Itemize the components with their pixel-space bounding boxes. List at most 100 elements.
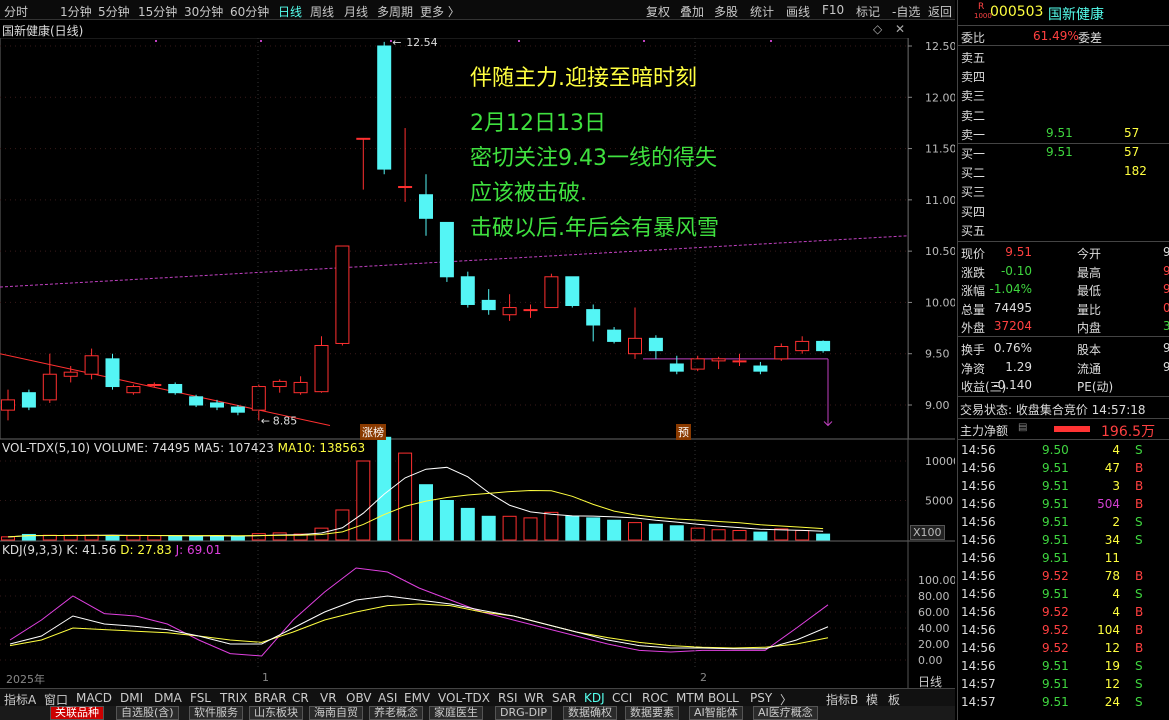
indicator-tab-12[interactable]: EMV: [404, 691, 430, 705]
indicator-tab-21[interactable]: BOLL: [708, 691, 739, 705]
yu-badge[interactable]: 预: [676, 424, 691, 440]
tick-row[interactable]: 14:56 9.51 504 B: [958, 495, 1169, 513]
indicator-tab-7[interactable]: BRAR: [254, 691, 287, 705]
sector-tab-11[interactable]: AI医疗概念: [753, 706, 818, 720]
order-book-row[interactable]: 买三: [958, 181, 1169, 199]
tick-row[interactable]: 14:56 9.52 78 B: [958, 567, 1169, 585]
sector-tab-9[interactable]: 数据要素: [625, 706, 679, 720]
candle-body: [398, 186, 413, 189]
annotation-line2: 2月12日13日: [470, 111, 606, 136]
toolbar-9[interactable]: 多周期: [377, 3, 413, 20]
order-book-row[interactable]: 买一 9.51 57: [958, 143, 1169, 161]
indicator-tab-19[interactable]: ROC: [642, 691, 668, 705]
order-book-row[interactable]: 买五: [958, 220, 1169, 238]
indicator-tab-11[interactable]: ASI: [378, 691, 397, 705]
sector-tab-1[interactable]: 自选股(含): [116, 706, 179, 720]
indicator-tab-3[interactable]: DMI: [120, 691, 143, 705]
indicator-tab-16[interactable]: SAR: [552, 691, 576, 705]
toolbar-right-2[interactable]: 多股: [714, 3, 738, 20]
sector-tab-4[interactable]: 海南自贸: [309, 706, 363, 720]
top-marker: [260, 40, 262, 42]
kdj-d: D: 27.83: [120, 543, 172, 557]
toolbar-3[interactable]: 15分钟: [138, 3, 177, 20]
indicator-tab-8[interactable]: CR: [292, 691, 309, 705]
order-book-row[interactable]: 卖五: [958, 47, 1169, 65]
quote-l1: 外盘: [961, 321, 986, 336]
volume-bar: [816, 533, 831, 541]
toolbar-right-5[interactable]: F10: [822, 3, 844, 17]
indicator-tab-4[interactable]: DMA: [154, 691, 182, 705]
tick-row[interactable]: 14:56 9.52 12 B: [958, 639, 1169, 657]
weibi-label: 委比: [961, 31, 986, 45]
tick-row[interactable]: 14:56 9.52 4 B: [958, 603, 1169, 621]
indicator-tab-2[interactable]: MACD: [76, 691, 112, 705]
indicator-tab-9[interactable]: VR: [320, 691, 337, 705]
indicator-tab-20[interactable]: MTM: [676, 691, 704, 705]
indicator-tab-13[interactable]: VOL-TDX: [438, 691, 490, 705]
toolbar-6[interactable]: 日线: [278, 3, 302, 20]
toolbar-1[interactable]: 1分钟: [60, 3, 92, 20]
sector-tab-2[interactable]: 软件服务: [189, 706, 243, 720]
tick-row[interactable]: 14:56 9.51 4 S: [958, 585, 1169, 603]
diamond-icon[interactable]: ◇: [873, 22, 882, 36]
quote-l1: 现价: [961, 247, 986, 261]
sector-tab-7[interactable]: DRG-DIP: [495, 706, 552, 720]
order-book-row[interactable]: 卖二: [958, 105, 1169, 123]
close-icon[interactable]: ✕: [895, 22, 905, 36]
indicator-tab-10[interactable]: OBV: [346, 691, 372, 705]
indicator-tab-17[interactable]: KDJ: [584, 691, 605, 705]
zhangbang-badge[interactable]: 涨榜: [360, 424, 386, 440]
toolbar-right-1[interactable]: 叠加: [680, 3, 704, 20]
sector-tab-3[interactable]: 山东板块: [249, 706, 303, 720]
tick-row[interactable]: 14:56 9.52 104 B: [958, 621, 1169, 639]
indicator-tab-5[interactable]: FSL: [190, 691, 211, 705]
price-axis-label: 12.00: [925, 91, 955, 104]
indicator-tab-18[interactable]: CCI: [612, 691, 632, 705]
candle-body: [356, 137, 371, 140]
order-book-row[interactable]: 卖四: [958, 66, 1169, 84]
sector-tab-8[interactable]: 数据确权: [563, 706, 617, 720]
quote-v1: 37204: [993, 319, 1032, 334]
sector-tab-10[interactable]: AI智能体: [689, 706, 743, 720]
toolbar-8[interactable]: 月线: [344, 3, 368, 20]
toolbar-7[interactable]: 周线: [310, 3, 334, 20]
sector-tab-0[interactable]: 关联品种: [50, 706, 104, 720]
indicator-tab-15[interactable]: WR: [524, 691, 544, 705]
sector-tab-6[interactable]: 家庭医生: [429, 706, 483, 720]
order-book-row[interactable]: 卖三: [958, 85, 1169, 103]
sector-tab-5[interactable]: 养老概念: [369, 706, 423, 720]
tick-row[interactable]: 14:56 9.50 4 S: [958, 441, 1169, 459]
indicator-tab-14[interactable]: RSI: [498, 691, 518, 705]
toolbar-right-3[interactable]: 统计: [750, 3, 774, 20]
order-label: 买三: [961, 185, 986, 200]
vol-volume: VOLUME: 74495: [93, 441, 191, 455]
quote2-v1: 1.29: [1005, 359, 1032, 374]
order-label: 买一: [961, 147, 986, 161]
trend-line-upper: [0, 235, 909, 288]
order-book-row[interactable]: 买二 182: [958, 162, 1169, 180]
order-book-row[interactable]: 卖一 9.51 57: [958, 124, 1169, 142]
tick-row[interactable]: 14:57 9.51 12 S: [958, 675, 1169, 693]
toolbar-4[interactable]: 30分钟: [184, 3, 223, 20]
tick-vol: 12: [1104, 677, 1120, 691]
tick-row[interactable]: 14:57 9.51 24 S: [958, 693, 1169, 711]
tick-row[interactable]: 14:56 9.51 11: [958, 549, 1169, 567]
toolbar-right-4[interactable]: 画线: [786, 3, 810, 20]
order-book-row[interactable]: 买四: [958, 201, 1169, 219]
indicator-tab-6[interactable]: TRIX: [220, 691, 247, 705]
toolbar-2[interactable]: 5分钟: [98, 3, 130, 20]
indicator-tab-22[interactable]: PSY: [750, 691, 772, 705]
tick-row[interactable]: 14:56 9.51 19 S: [958, 657, 1169, 675]
toolbar-right-0[interactable]: 复权: [646, 3, 670, 20]
toolbar-0[interactable]: 分时: [4, 3, 28, 20]
candle-body: [335, 245, 350, 344]
toolbar-10[interactable]: 更多 〉: [420, 3, 460, 20]
tick-row[interactable]: 14:56 9.51 47 B: [958, 459, 1169, 477]
toolbar-right-6[interactable]: 标记: [856, 3, 880, 20]
tick-row[interactable]: 14:56 9.51 34 S: [958, 531, 1169, 549]
toolbar-right-8[interactable]: 返回: [928, 3, 952, 20]
toolbar-right-7[interactable]: -自选: [892, 3, 920, 20]
tick-row[interactable]: 14:56 9.51 2 S: [958, 513, 1169, 531]
toolbar-5[interactable]: 60分钟: [230, 3, 269, 20]
tick-row[interactable]: 14:56 9.51 3 B: [958, 477, 1169, 495]
